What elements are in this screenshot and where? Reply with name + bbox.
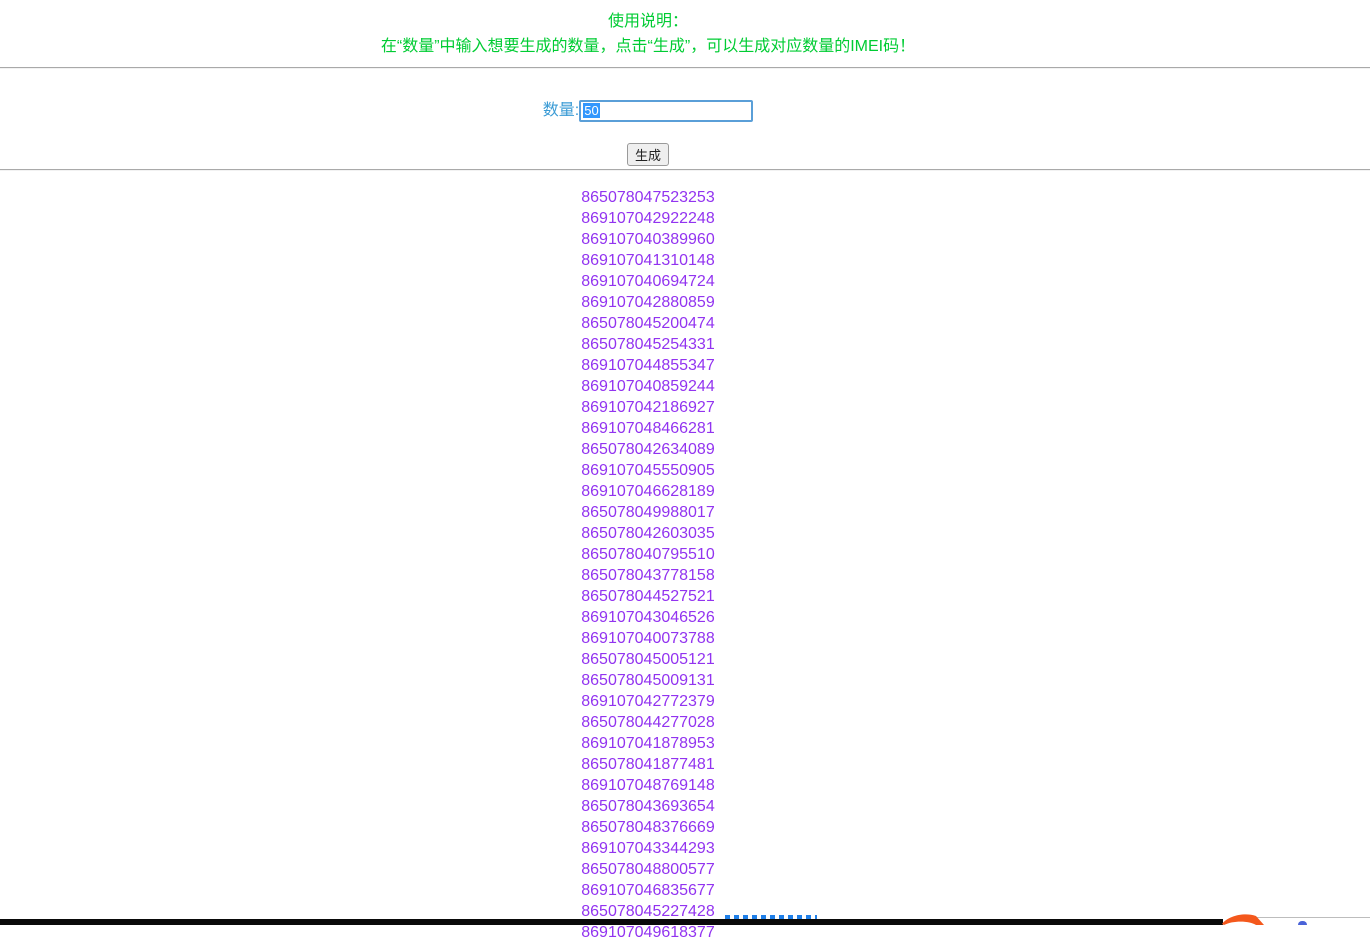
imei-link[interactable]: 869107040694724 xyxy=(0,271,1296,292)
imei-link[interactable]: 865078048800577 xyxy=(0,859,1296,880)
imei-link[interactable]: 865078045005121 xyxy=(0,649,1296,670)
imei-link[interactable]: 865078044527521 xyxy=(0,586,1296,607)
quantity-label: 数量: xyxy=(543,101,579,121)
bottom-divider xyxy=(0,169,1370,171)
imei-link[interactable]: 869107049618377 xyxy=(0,922,1296,943)
imei-link[interactable]: 869107040389960 xyxy=(0,229,1296,250)
imei-link[interactable]: 869107044855347 xyxy=(0,355,1296,376)
quantity-input[interactable]: 50 xyxy=(579,100,753,122)
bottom-window-edge xyxy=(0,919,1223,925)
imei-link[interactable]: 865078042603035 xyxy=(0,523,1296,544)
imei-link[interactable]: 869107046835677 xyxy=(0,880,1296,901)
imei-link[interactable]: 869107048466281 xyxy=(0,418,1296,439)
imei-link[interactable]: 869107043046526 xyxy=(0,607,1296,628)
imei-link[interactable]: 869107045550905 xyxy=(0,460,1296,481)
imei-link[interactable]: 865078043693654 xyxy=(0,796,1296,817)
imei-list: 8650780475232538691070429222488691070403… xyxy=(0,187,1296,943)
imei-link[interactable]: 865078041877481 xyxy=(0,754,1296,775)
imei-link[interactable]: 869107040073788 xyxy=(0,628,1296,649)
imei-link[interactable]: 865078045254331 xyxy=(0,334,1296,355)
imei-link[interactable]: 869107042772379 xyxy=(0,691,1296,712)
top-divider xyxy=(0,67,1370,69)
selected-input-text: 50 xyxy=(583,103,599,118)
imei-link[interactable]: 865078049988017 xyxy=(0,502,1296,523)
imei-link[interactable]: 869107042922248 xyxy=(0,208,1296,229)
imei-link[interactable]: 865078044277028 xyxy=(0,712,1296,733)
imei-link[interactable]: 869107042186927 xyxy=(0,397,1296,418)
imei-link[interactable]: 865078043778158 xyxy=(0,565,1296,586)
blue-icon-fragment xyxy=(1298,921,1307,925)
imei-link[interactable]: 869107046628189 xyxy=(0,481,1296,502)
imei-link[interactable]: 869107040859244 xyxy=(0,376,1296,397)
imei-link[interactable]: 865078045009131 xyxy=(0,670,1296,691)
imei-link[interactable]: 865078045200474 xyxy=(0,313,1296,334)
instructions-body: 在“数量”中输入想要生成的数量，点击“生成”，可以生成对应数量的IMEI码！ xyxy=(0,34,1296,59)
imei-link[interactable]: 869107041878953 xyxy=(0,733,1296,754)
imei-link[interactable]: 869107042880859 xyxy=(0,292,1296,313)
imei-link[interactable]: 865078047523253 xyxy=(0,187,1296,208)
usage-instructions: 使用说明： 在“数量”中输入想要生成的数量，点击“生成”，可以生成对应数量的IM… xyxy=(0,0,1296,59)
orange-logo-fragment xyxy=(1220,912,1270,925)
generator-form: 数量: 50 生成 xyxy=(0,101,1296,166)
generate-button[interactable]: 生成 xyxy=(627,143,669,166)
imei-link[interactable]: 865078042634089 xyxy=(0,439,1296,460)
imei-link[interactable]: 865078040795510 xyxy=(0,544,1296,565)
imei-link[interactable]: 869107041310148 xyxy=(0,250,1296,271)
imei-link[interactable]: 865078048376669 xyxy=(0,817,1296,838)
imei-link[interactable]: 869107048769148 xyxy=(0,775,1296,796)
instructions-title: 使用说明： xyxy=(0,9,1296,34)
imei-link[interactable]: 869107043344293 xyxy=(0,838,1296,859)
